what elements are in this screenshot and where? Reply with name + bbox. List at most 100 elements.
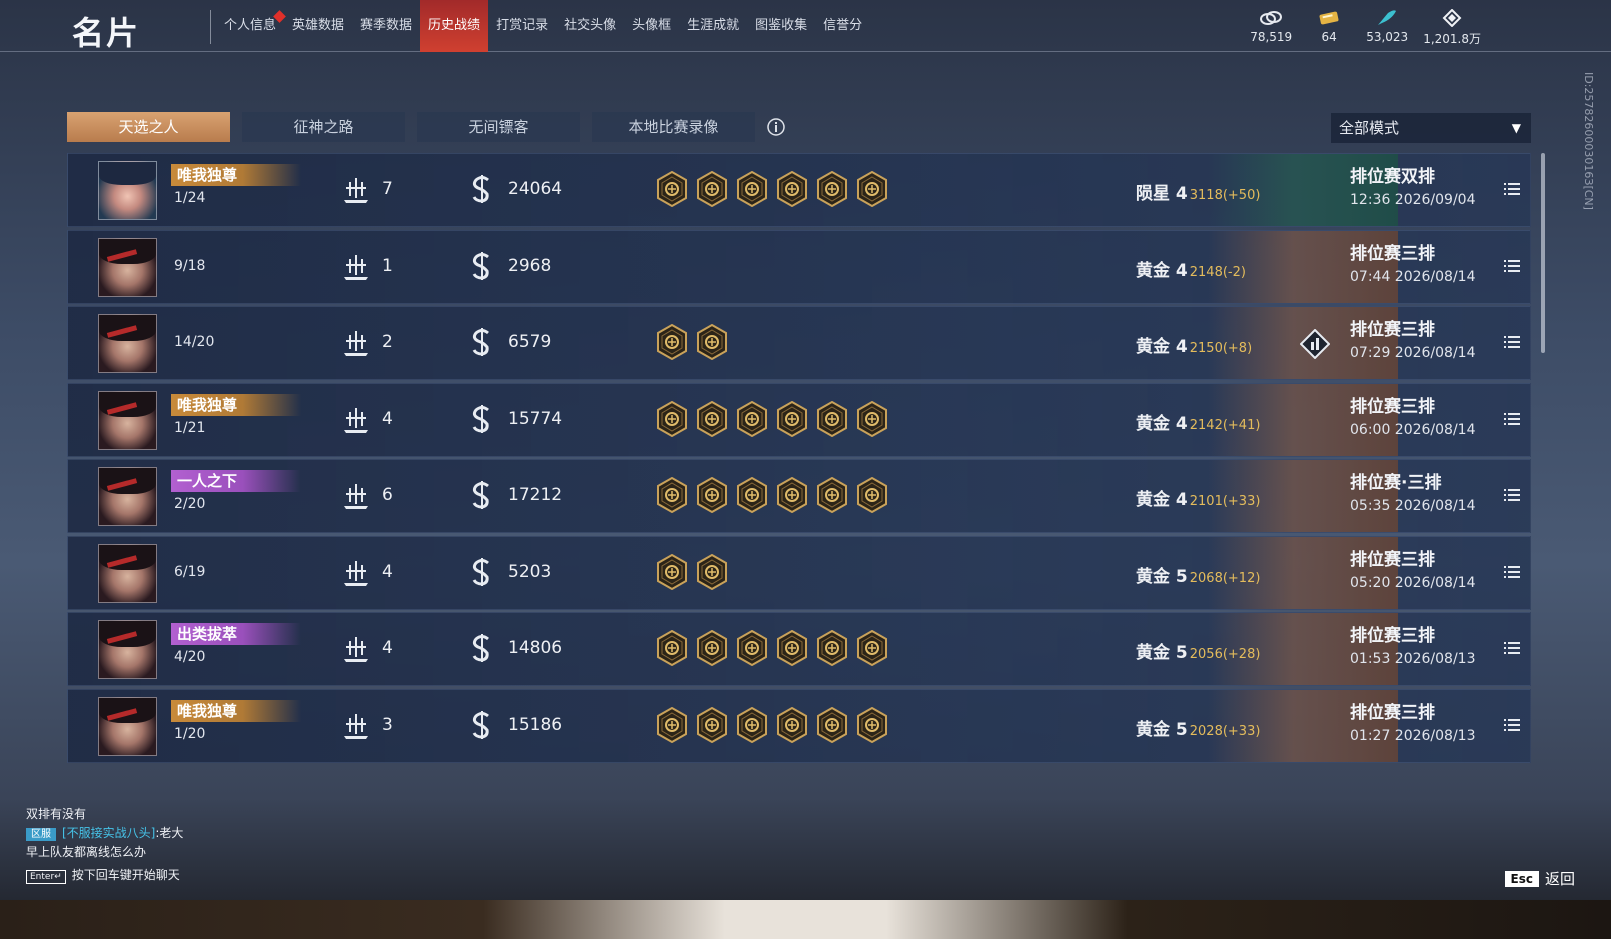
menu-icon[interactable] — [1504, 181, 1520, 200]
nav-tab-label: 打赏记录 — [496, 18, 549, 33]
nav-tab[interactable]: 历史战绩 — [420, 0, 489, 52]
medal-icon[interactable] — [696, 170, 728, 208]
nav-tab[interactable]: 图鉴收集 — [747, 0, 815, 52]
medal-icon[interactable] — [656, 476, 688, 514]
nav-tab[interactable]: 生涯成就 — [679, 0, 747, 52]
currency-feather: 53,023 — [1365, 8, 1409, 47]
chevron-down-icon: ▼ — [1511, 121, 1521, 135]
nav-tab[interactable]: 头像框 — [624, 0, 679, 52]
medal-icon[interactable] — [656, 323, 688, 361]
rank-tier-name: 黄金 4 — [1136, 337, 1188, 357]
kills-icon — [342, 329, 370, 361]
nav-tab[interactable]: 信誉分 — [815, 0, 870, 52]
chat-sender[interactable]: [不服接实战八头] — [62, 826, 155, 840]
medal-icon[interactable] — [696, 400, 728, 437]
back-label: 返回 — [1544, 870, 1575, 888]
scrollbar[interactable] — [1541, 153, 1545, 353]
medal-icon[interactable] — [656, 629, 688, 667]
match-row[interactable]: 6/19 4 5203 黄金 5 2068(+12) 排位赛三排 05:20 2026/08… — [67, 535, 1531, 610]
chat-input-hint[interactable]: Enter↵ 按下回车键开始聊天 — [26, 866, 183, 885]
chat-hint-text: 按下回车键开始聊天 — [71, 868, 180, 882]
match-row[interactable]: 14/20 2 6579 黄金 4 2150(+8) 排位赛三排 07:29 2026/08… — [67, 306, 1531, 380]
score-icon — [470, 174, 494, 208]
rank-tier-name: 黄金 4 — [1136, 490, 1188, 510]
nav-tab[interactable]: 打赏记录 — [488, 0, 556, 52]
nav-tab[interactable]: 英雄数据 — [284, 0, 352, 52]
back-button[interactable]: Esc 返回 — [1504, 868, 1575, 889]
diamond-icon — [1442, 8, 1462, 28]
tab-wujian[interactable]: 无间镖客 — [417, 112, 580, 142]
medal-icon[interactable] — [816, 629, 848, 667]
menu-icon[interactable] — [1504, 258, 1520, 277]
medal-icon[interactable] — [816, 400, 848, 437]
nav-tab-label: 头像框 — [632, 18, 672, 33]
medal-icon[interactable] — [856, 170, 888, 208]
title-badge: 一人之下 — [171, 470, 301, 492]
tab-zhengshen[interactable]: 征神之路 — [242, 112, 405, 142]
match-row[interactable]: 出类拔萃 4/20 4 14806 黄金 5 2056(+28) 排位赛三排 01:53 20… — [67, 612, 1531, 686]
medal-icon[interactable] — [856, 476, 888, 514]
medal-icon[interactable] — [856, 400, 888, 437]
mode-select[interactable]: 全部模式 ▼ — [1331, 113, 1531, 143]
match-row[interactable]: 9/18 1 2968 黄金 4 2148(-2) 排位赛三排 07:44 2026/08/… — [67, 229, 1531, 304]
medal-icon[interactable] — [856, 706, 888, 743]
nav-tab[interactable]: 个人信息 — [216, 0, 286, 52]
stats-diamond-icon[interactable] — [1299, 328, 1331, 363]
avatar — [98, 390, 157, 450]
medal-icon[interactable] — [696, 323, 728, 361]
menu-icon[interactable] — [1504, 717, 1520, 736]
medal-icon[interactable] — [816, 706, 848, 743]
medal-icon[interactable] — [776, 170, 808, 208]
match-time: 01:53 2026/08/13 — [1350, 651, 1476, 667]
score-icon — [470, 251, 494, 285]
tab-tianxuan[interactable]: 天选之人 — [67, 112, 230, 142]
chat-message: 早上队友都离线怎么办 — [26, 845, 147, 859]
medal-icon[interactable] — [776, 629, 808, 667]
match-row[interactable]: 一人之下 2/20 6 17212 黄金 4 2101(+33) 排位赛·三排 05:35 2… — [67, 459, 1531, 533]
medal-icon[interactable] — [736, 706, 768, 743]
menu-icon[interactable] — [1504, 640, 1520, 659]
menu-icon[interactable] — [1504, 487, 1520, 506]
placement: 9/18 — [174, 257, 206, 274]
medal-icon[interactable] — [696, 553, 728, 590]
medal-icon[interactable] — [736, 400, 768, 437]
match-row[interactable]: 唯我独尊 1/21 4 15774 黄金 4 2142(+41) 排位赛三排 06:00 20… — [67, 382, 1531, 457]
medal-icon[interactable] — [736, 629, 768, 667]
nav-tab[interactable]: 社交头像 — [556, 0, 624, 52]
medal-icon[interactable] — [736, 476, 768, 514]
medal-icon[interactable] — [696, 706, 728, 743]
enter-key-icon: Enter↵ — [26, 870, 66, 884]
match-time: 01:27 2026/08/13 — [1350, 727, 1476, 744]
medal-icon[interactable] — [856, 629, 888, 667]
rank-points: 2068(+12) — [1189, 570, 1261, 586]
medal-icon[interactable] — [816, 170, 848, 208]
info-icon[interactable] — [766, 117, 786, 141]
medal-icon[interactable] — [776, 400, 808, 437]
match-type: 排位赛三排 — [1350, 243, 1435, 264]
nav-tab-label: 信誉分 — [823, 18, 863, 33]
medal-icon[interactable] — [656, 400, 688, 437]
medal-icon[interactable] — [776, 706, 808, 743]
currency-ticket-value: 64 — [1321, 30, 1337, 44]
menu-icon[interactable] — [1504, 411, 1520, 430]
kills-icon — [342, 712, 370, 744]
medal-icon[interactable] — [656, 170, 688, 208]
medal-icon[interactable] — [816, 476, 848, 514]
match-row[interactable]: 唯我独尊 1/24 7 24064 陨星 4 3118(+50) 排位赛双排 12:36 20… — [67, 153, 1531, 227]
medal-list — [656, 323, 728, 361]
match-row[interactable]: 唯我独尊 1/20 3 15186 黄金 5 2028(+33) 排位赛三排 01:27 20… — [67, 688, 1531, 763]
tab-local-replay[interactable]: 本地比赛录像 — [592, 112, 755, 142]
menu-icon[interactable] — [1504, 334, 1520, 353]
medal-icon[interactable] — [736, 170, 768, 208]
medal-icon[interactable] — [656, 706, 688, 743]
menu-icon[interactable] — [1504, 564, 1520, 583]
medal-icon[interactable] — [696, 629, 728, 667]
score-value: 15774 — [508, 408, 563, 429]
kills-icon — [342, 635, 370, 667]
player-id: ID:2578260003016З[CN] — [1582, 72, 1595, 210]
medal-icon[interactable] — [776, 476, 808, 514]
nav-tab[interactable]: 赛季数据 — [352, 0, 420, 52]
rank-tier: 黄金 5 2028(+33) — [1136, 715, 1260, 740]
medal-icon[interactable] — [696, 476, 728, 514]
medal-icon[interactable] — [656, 553, 688, 590]
